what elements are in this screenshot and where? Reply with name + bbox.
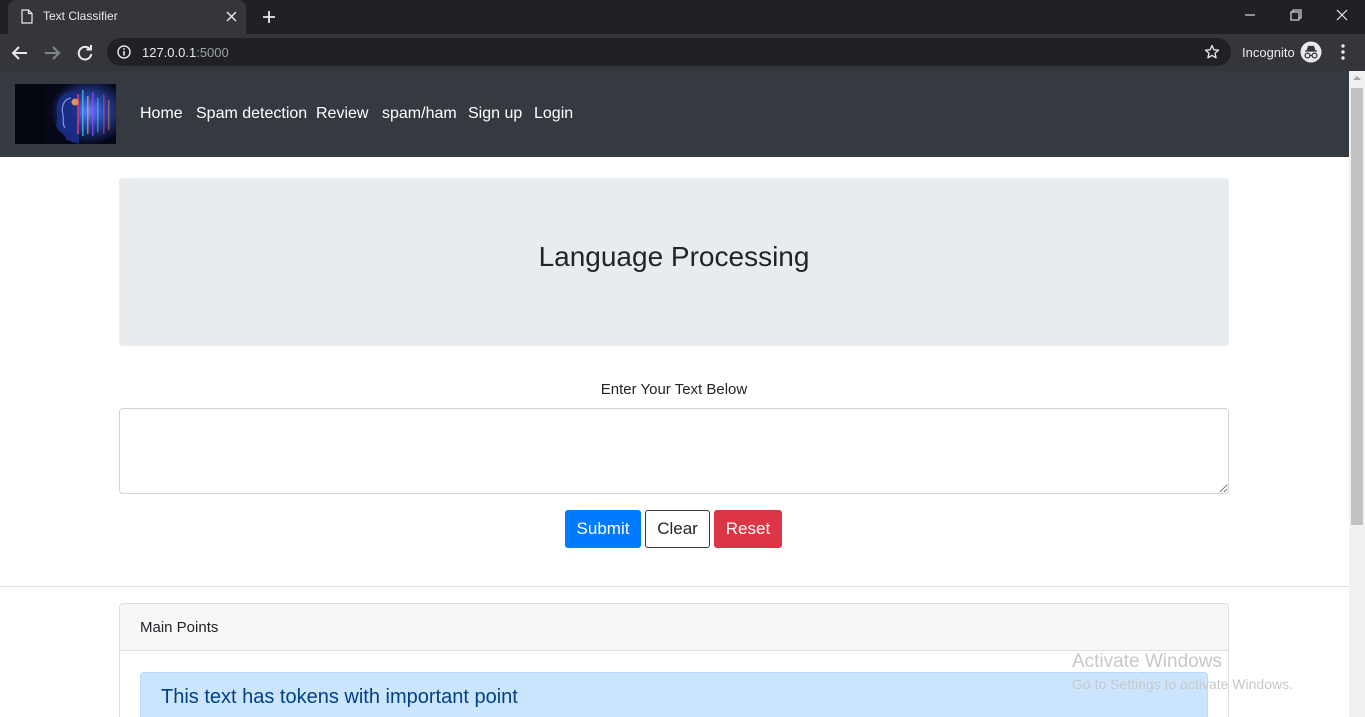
nav-link-spam-detection[interactable]: Spam detection [196,105,307,123]
web-page: Home Spam detection Review spam/ham Sign… [0,71,1349,717]
document-icon [21,9,33,24]
nav-link-spam-ham[interactable]: spam/ham [382,105,457,123]
bookmark-star-icon[interactable] [1204,44,1220,60]
browser-menu-icon[interactable] [1336,43,1350,61]
url-port: :5000 [196,45,229,60]
forward-arrow-icon[interactable] [43,44,61,62]
window-close-icon[interactable] [1335,8,1349,22]
site-logo[interactable] [15,84,116,144]
new-tab-icon[interactable] [261,9,277,25]
result-alert: This text has tokens with important poin… [140,672,1208,717]
address-bar[interactable]: 127.0.0.1:5000 [107,38,1231,66]
scrollbar-thumb[interactable] [1351,88,1363,525]
watermark-title: Activate Windows [1072,651,1222,672]
watermark-subtitle: Go to Settings to activate Windows. [1072,676,1293,692]
site-navbar: Home Spam detection Review spam/ham Sign… [0,71,1349,157]
browser-tab[interactable]: Text Classifier [8,0,246,34]
reset-button[interactable]: Reset [714,510,782,548]
url-host: 127.0.0.1 [142,45,197,60]
nav-link-home[interactable]: Home [140,105,183,123]
restore-icon[interactable] [1289,8,1303,22]
incognito-icon[interactable] [1300,41,1322,63]
incognito-label: Incognito [1242,45,1295,60]
scroll-up-arrow-icon[interactable] [1353,74,1361,82]
text-input-label: Enter Your Text Below [600,381,748,398]
url-text: 127.0.0.1:5000 [142,45,229,60]
text-input-field[interactable] [119,408,1229,494]
submit-button[interactable]: Submit [565,510,641,548]
minimize-icon[interactable] [1243,8,1257,22]
reload-icon[interactable] [76,44,94,62]
results-card: Main Points This text has tokens with im… [119,603,1229,717]
clear-button[interactable]: Clear [645,510,710,548]
section-divider [0,586,1349,587]
card-header-title: Main Points [140,619,219,636]
nav-link-login[interactable]: Login [534,105,573,123]
close-tab-icon[interactable] [225,10,238,23]
site-info-icon[interactable] [117,45,131,59]
back-arrow-icon[interactable] [11,44,29,62]
result-alert-text: This text has tokens with important poin… [161,686,518,708]
hero-banner: Language Processing [119,178,1229,346]
browser-toolbar: 127.0.0.1:5000 [0,34,1365,71]
browser-tab-strip: Text Classifier [0,0,1365,34]
page-title: Language Processing [538,241,810,272]
tab-title: Text Classifier [43,9,118,23]
nav-link-sign-up[interactable]: Sign up [468,105,522,123]
page-scrollbar[interactable] [1349,71,1365,717]
nav-link-review[interactable]: Review [316,105,368,123]
windows-activation-watermark: Activate Windows Go to Settings to activ… [1072,651,1293,692]
card-header: Main Points [120,604,1228,651]
